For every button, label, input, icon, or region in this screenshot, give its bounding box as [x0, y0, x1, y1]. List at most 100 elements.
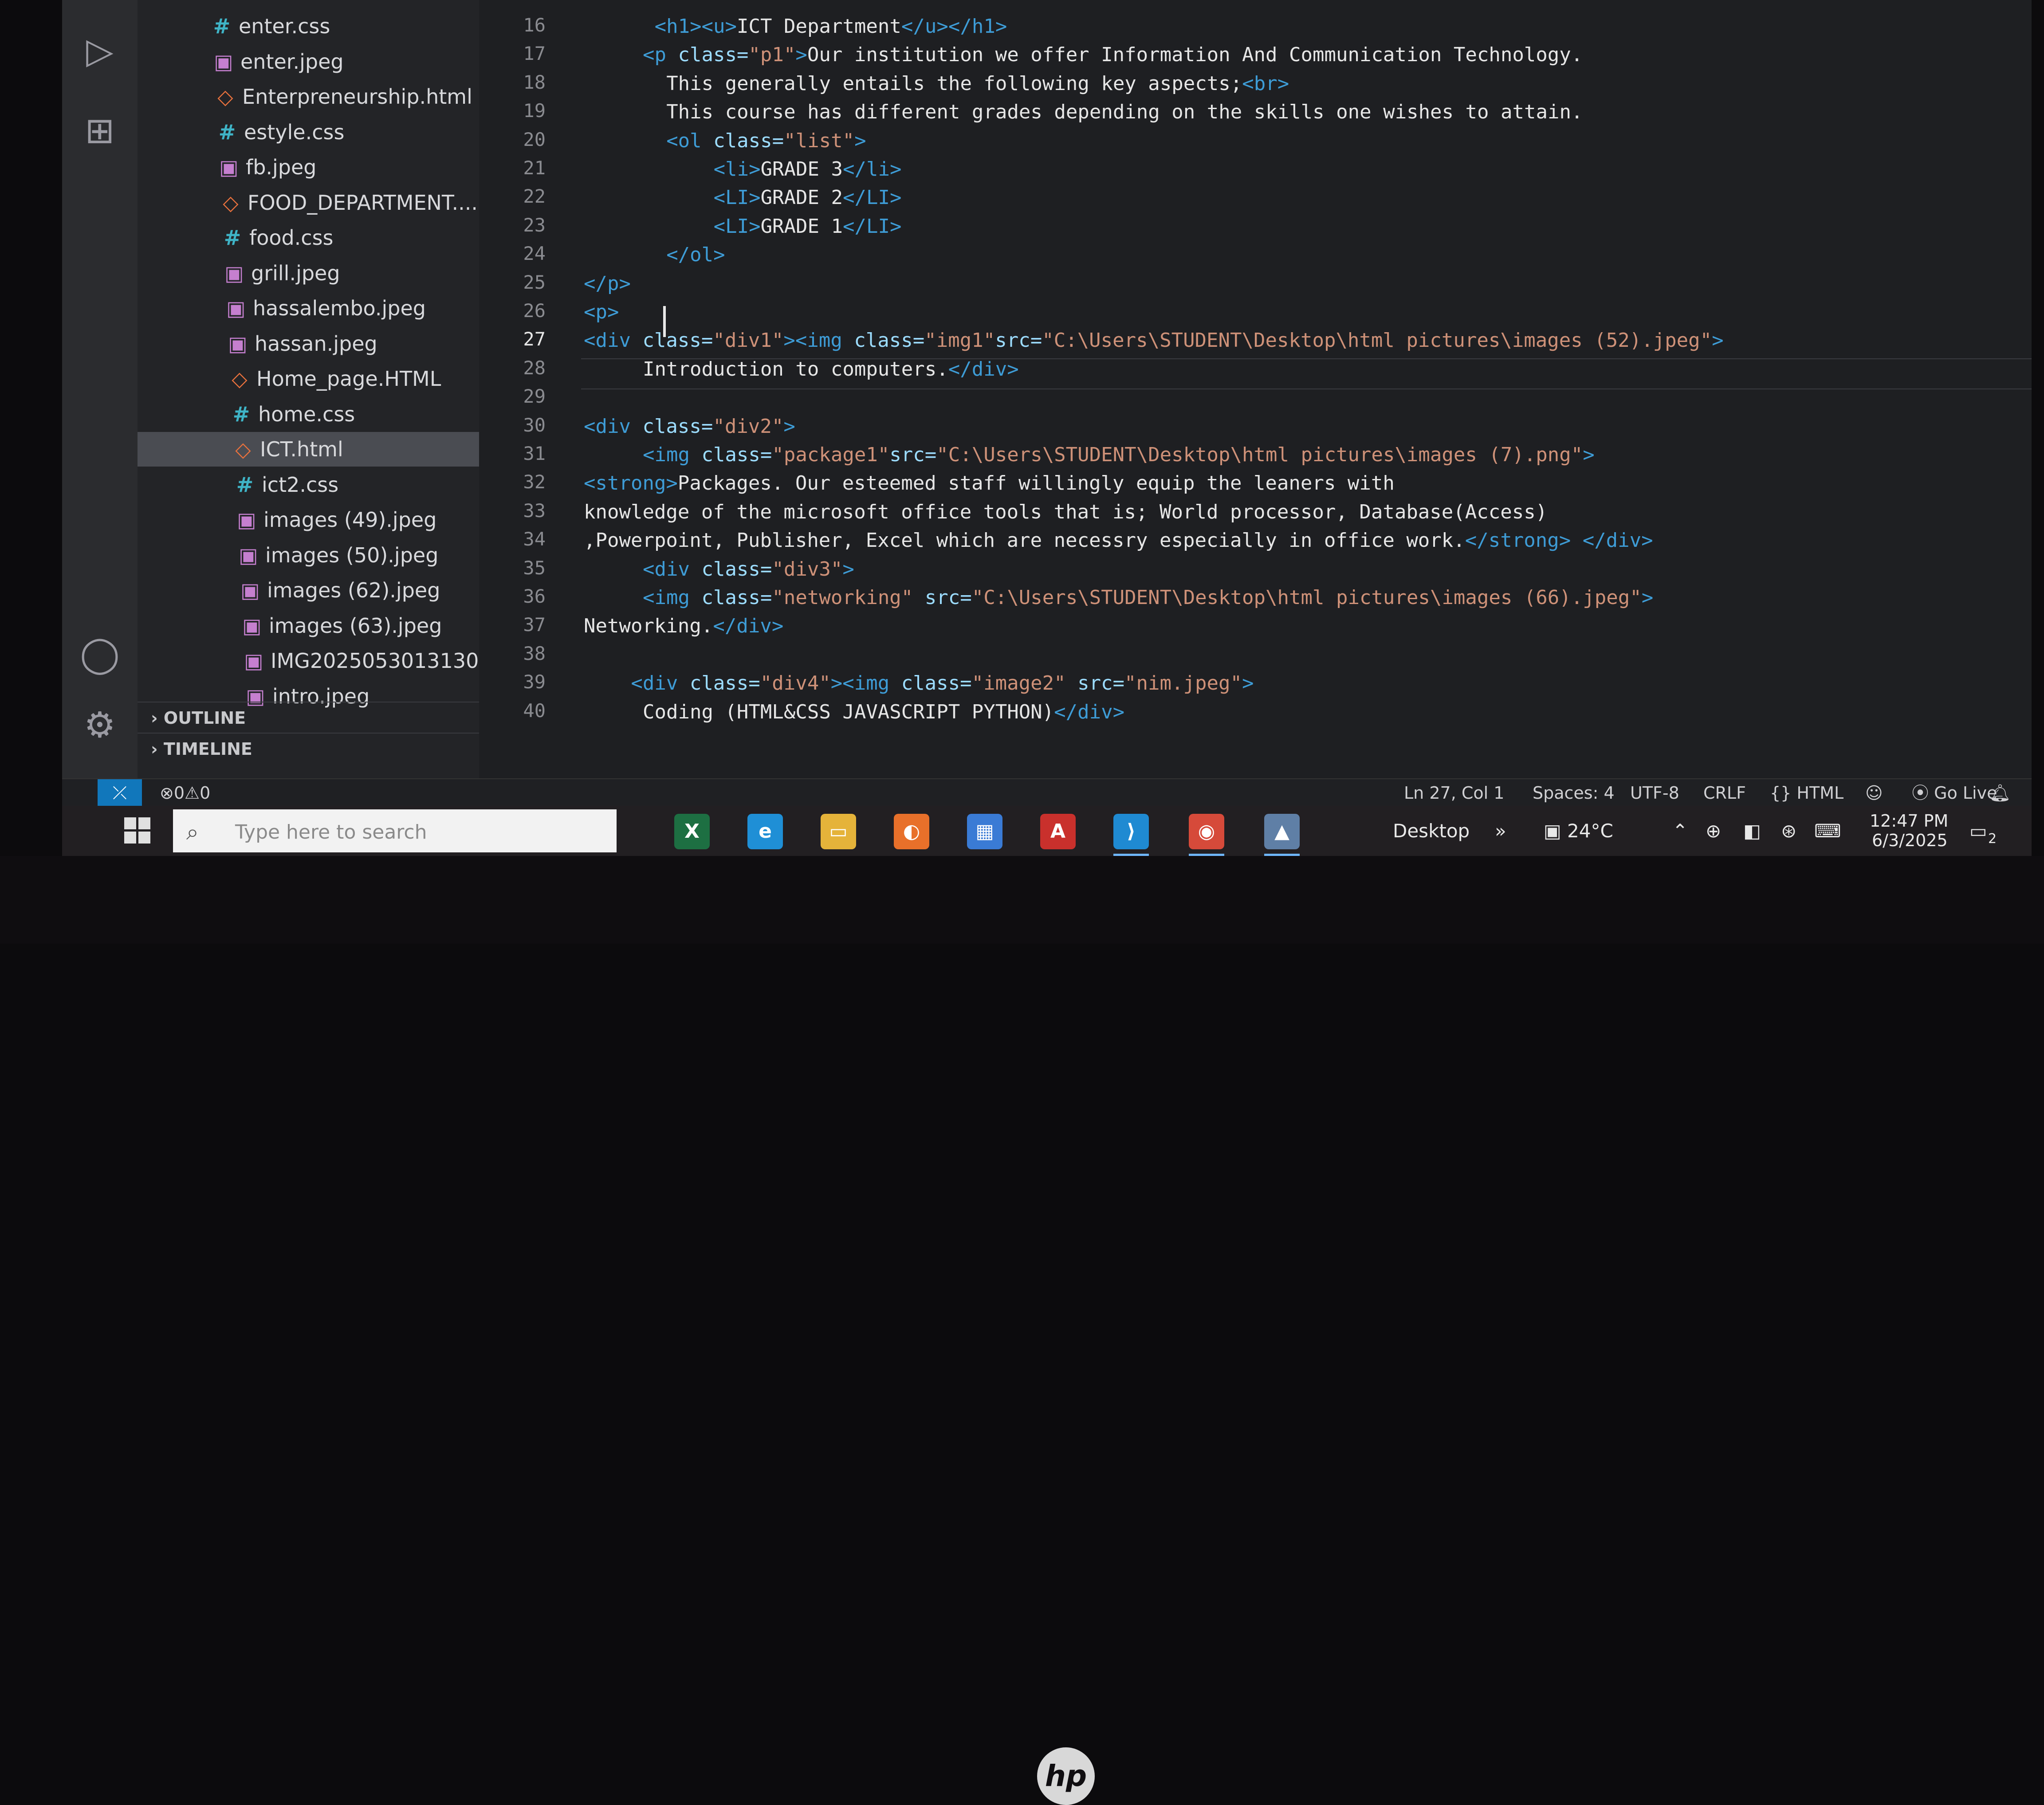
file-item[interactable]: ▣ fb.jpeg — [138, 150, 479, 184]
outline-section[interactable]: › OUTLINE — [138, 702, 479, 733]
file-name: ict2.css — [262, 472, 339, 497]
extensions-icon[interactable]: ⊞ — [80, 111, 120, 151]
file-item[interactable]: ▣ hassan.jpeg — [138, 326, 479, 361]
file-item[interactable]: # home.css — [138, 397, 479, 432]
line-number: 21 — [523, 157, 546, 179]
file-item[interactable]: ◇ FOOD_DEPARTMENT.... — [138, 185, 479, 220]
line-number: 29 — [523, 385, 546, 408]
code-line[interactable]: <li>GRADE 3</li> — [714, 155, 902, 184]
laptop-screen: ▷ ⊞ ◯ ⚙ # enter.css ▣ enter.jpeg ◇ Enterprene… — [62, 0, 2032, 856]
windows-start-icon[interactable] — [124, 817, 151, 844]
code-line[interactable]: <strong>Packages. Our esteemed staff wil… — [584, 469, 1395, 498]
file-item[interactable]: # enter.css — [138, 9, 479, 43]
code-token: class= — [713, 129, 784, 152]
vscode-icon[interactable]: ⟩ — [1113, 814, 1149, 856]
code-line[interactable]: This generally entails the following key… — [666, 70, 1289, 98]
line-number: 25 — [523, 271, 546, 293]
code-line[interactable]: <p> — [584, 298, 619, 326]
file-item[interactable]: ▣ images (50).jpeg — [138, 538, 479, 573]
line-number: 37 — [523, 614, 546, 636]
code-token: "div2" — [713, 415, 784, 438]
problems-indicator[interactable]: ⊗0⚠0 — [160, 779, 210, 807]
language-mode[interactable]: {} HTML — [1770, 779, 1844, 807]
toolbar-expand-icon[interactable]: » — [1495, 806, 1506, 856]
file-explorer-icon[interactable]: ▭ — [821, 814, 856, 849]
code-editor[interactable]: 16 17 18 19 20 21 22 23 24 25 26 27 28 29 30 31 32 33 34 35… — [479, 0, 2032, 778]
code-line[interactable]: </p> — [584, 270, 631, 298]
file-item[interactable]: ▣ grill.jpeg — [138, 256, 479, 290]
code-line[interactable]: <ol class="list"> — [666, 127, 866, 155]
chrome-icon[interactable]: ◉ — [1189, 814, 1224, 856]
file-item[interactable]: ▣ images (62).jpeg — [138, 573, 479, 608]
code-token: > — [1712, 329, 1724, 352]
code-line[interactable]: <h1><u>ICT Department</u></h1> — [655, 12, 1007, 41]
tray-overflow-chevron-icon[interactable]: ⌃ — [1672, 806, 1688, 856]
edge-icon[interactable]: e — [747, 814, 783, 849]
cursor-position[interactable]: Ln 27, Col 1 — [1404, 779, 1504, 807]
image-file-icon: ▣ — [214, 49, 233, 74]
code-line[interactable]: <img class="package1"src="C:\Users\STUDE… — [643, 441, 1595, 469]
file-item-selected[interactable]: ◇ ICT.html — [138, 432, 479, 467]
code-line[interactable]: This course has different grades dependi… — [666, 98, 1583, 126]
run-debug-icon[interactable]: ▷ — [80, 31, 120, 71]
notification-center-icon[interactable]: ▭ — [1969, 806, 1987, 856]
file-item[interactable]: # ict2.css — [138, 467, 479, 502]
search-placeholder: Type here to search — [235, 821, 427, 844]
code-line[interactable]: <div class="div2"> — [584, 412, 795, 441]
file-item[interactable]: ▣ hassalembo.jpeg — [138, 291, 479, 326]
excel-icon[interactable]: X — [674, 814, 710, 849]
weather-widget[interactable]: ▣ 24°C — [1544, 806, 1613, 856]
keyboard-icon[interactable]: ⌨ — [1814, 806, 1841, 856]
file-item[interactable]: ◇ Home_page.HTML — [138, 361, 479, 396]
code-token: </LI> — [843, 215, 902, 238]
indentation-setting[interactable]: Spaces: 4 — [1533, 779, 1615, 807]
html-file-icon: ◇ — [217, 85, 233, 109]
file-item[interactable]: ◇ Enterpreneurship.html — [138, 79, 479, 114]
file-item[interactable]: ▣ enter.jpeg — [138, 44, 479, 79]
code-line[interactable]: <p class="p1">Our institution we offer I… — [643, 41, 1583, 69]
file-item[interactable]: # food.css — [138, 220, 479, 255]
file-name: fb.jpeg — [246, 155, 317, 179]
desktop-toolbar[interactable]: Desktop — [1393, 806, 1470, 856]
photos-icon[interactable]: ▲ — [1264, 814, 1300, 856]
settings-gear-icon[interactable]: ⚙ — [80, 705, 120, 745]
file-name: food.css — [249, 226, 334, 250]
usb-device-icon[interactable]: ⊕ — [1706, 806, 1721, 856]
file-item[interactable]: ▣ IMG20250530131303.... — [138, 644, 479, 678]
file-name: home.css — [258, 402, 355, 426]
code-line[interactable]: ,Powerpoint, Publisher, Excel which are … — [584, 526, 1653, 555]
notifications-bell-icon[interactable]: 🔔︎ — [1989, 779, 2011, 807]
file-item[interactable]: ▣ images (63).jpeg — [138, 608, 479, 643]
code-line[interactable]: <div class="div4"><img class="image2" sr… — [631, 669, 1254, 698]
code-token: > — [1583, 443, 1595, 466]
code-line[interactable]: <div class="div1"><img class="img1"src="… — [584, 326, 1724, 355]
image-file-icon: ▣ — [228, 331, 248, 356]
encoding-setting[interactable]: UTF-8 — [1630, 779, 1679, 807]
code-line[interactable]: Coding (HTML&CSS JAVASCRIPT PYTHON)</div… — [643, 698, 1124, 726]
code-line[interactable]: <img class="networking" src="C:\Users\ST… — [643, 584, 1653, 612]
file-item[interactable]: ▣ images (49).jpeg — [138, 502, 479, 537]
css-file-icon: # — [236, 472, 254, 497]
code-line[interactable]: Networking.</div> — [584, 612, 783, 640]
remote-indicator-icon[interactable]: ⤫ — [98, 779, 142, 807]
account-icon[interactable]: ◯ — [80, 634, 120, 674]
code-line[interactable]: Introduction to computers.</div> — [643, 355, 1019, 384]
acrobat-icon[interactable]: A — [1040, 814, 1076, 849]
code-line[interactable]: <LI>GRADE 1</LI> — [714, 212, 902, 241]
code-line[interactable]: <div class="div3"> — [643, 555, 854, 584]
taskbar-search-box[interactable]: ⌕ Type here to search — [173, 809, 617, 852]
code-line[interactable]: <LI>GRADE 2</LI> — [714, 184, 902, 212]
store-icon[interactable]: ▦ — [967, 814, 1002, 849]
code-token: "img1" — [924, 329, 995, 352]
network-globe-icon[interactable]: ⊛ — [1781, 806, 1796, 856]
html-file-icon: ◇ — [235, 437, 251, 461]
clock-date[interactable]: 6/3/2025 — [1872, 816, 1948, 856]
file-item[interactable]: # estyle.css — [138, 115, 479, 149]
firefox-icon[interactable]: ◐ — [894, 814, 929, 849]
eol-setting[interactable]: CRLF — [1703, 779, 1746, 807]
code-line[interactable]: knowledge of the microsoft office tools … — [584, 498, 1547, 526]
code-token: <ol — [666, 129, 714, 152]
timeline-section[interactable]: › TIMELINE — [138, 733, 479, 764]
security-tray-icon[interactable]: ◧ — [1743, 806, 1761, 856]
code-line[interactable]: </ol> — [666, 241, 725, 269]
